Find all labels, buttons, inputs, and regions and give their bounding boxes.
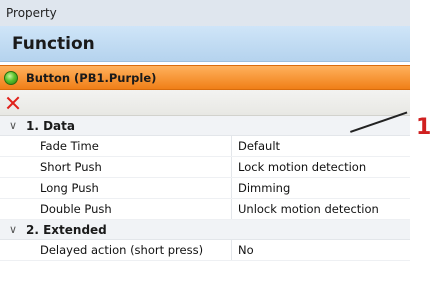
property-row[interactable]: Long Push Dimming — [0, 178, 410, 199]
object-label: Button (PB1.Purple) — [26, 70, 157, 85]
property-row[interactable]: Delayed action (short press) No — [0, 240, 410, 261]
property-name: Double Push — [0, 199, 232, 219]
property-value[interactable]: Lock motion detection — [232, 157, 366, 177]
property-name: Long Push — [0, 178, 232, 198]
property-name: Fade Time — [0, 136, 232, 156]
category-title: 2. Extended — [26, 222, 107, 237]
function-title: Function — [12, 33, 95, 54]
object-bar[interactable]: Button (PB1.Purple) — [0, 65, 410, 90]
property-value[interactable]: Default — [232, 136, 280, 156]
status-led-icon — [4, 70, 18, 85]
chevron-down-icon[interactable]: ∨ — [0, 119, 26, 132]
property-value[interactable]: Unlock motion detection — [232, 199, 379, 219]
property-name: Short Push — [0, 157, 232, 177]
property-row[interactable]: Short Push Lock motion detection — [0, 157, 410, 178]
close-icon[interactable] — [6, 96, 20, 110]
chevron-down-icon[interactable]: ∨ — [0, 223, 26, 236]
property-header: Property — [0, 0, 410, 26]
property-row[interactable]: Fade Time Default — [0, 136, 410, 157]
toolbar — [0, 90, 410, 116]
property-value[interactable]: Dimming — [232, 178, 290, 198]
property-grid: ∨ 1. Data Fade Time Default Short Push L… — [0, 116, 410, 261]
category-data[interactable]: ∨ 1. Data — [0, 116, 410, 136]
property-name: Delayed action (short press) — [0, 240, 232, 260]
property-row[interactable]: Double Push Unlock motion detection — [0, 199, 410, 220]
property-panel: Property Function Button (PB1.Purple) ∨ … — [0, 0, 410, 282]
callout-number: 1 — [416, 115, 430, 140]
property-value[interactable]: No — [232, 240, 254, 260]
function-header: Function — [0, 26, 410, 62]
property-title: Property — [6, 6, 57, 20]
category-title: 1. Data — [26, 118, 75, 133]
category-extended[interactable]: ∨ 2. Extended — [0, 220, 410, 240]
